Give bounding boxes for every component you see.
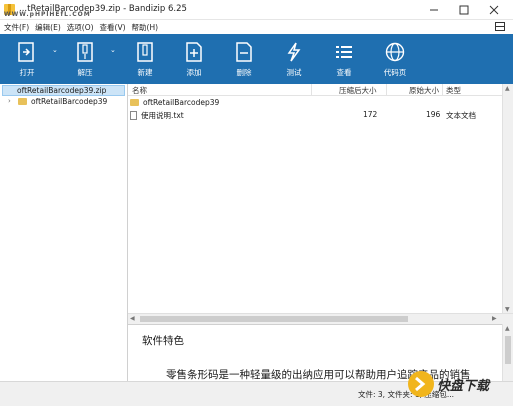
extract-dropdown-icon[interactable]: ⌄ — [110, 46, 116, 54]
logo-icon — [408, 371, 434, 397]
tree-item-label: oftRetailBarcodep39 — [31, 97, 108, 106]
tree-item-folder[interactable]: › oftRetailBarcodep39 — [8, 96, 107, 107]
file-list: 名称 压缩后大小 原始大小 类型 oftRetailBarcodep39 使用说… — [128, 84, 502, 324]
test-button[interactable]: 测试 — [279, 34, 309, 84]
row-name: 使用说明.txt — [130, 110, 184, 121]
maximize-button[interactable] — [450, 0, 478, 20]
close-button[interactable] — [480, 0, 508, 20]
list-header: 名称 压缩后大小 原始大小 类型 — [128, 84, 502, 96]
minimize-icon — [430, 9, 438, 11]
close-icon — [489, 5, 499, 15]
watermark-text: 快盘下载 — [437, 378, 490, 394]
tree-root-label: oftRetailBarcodep39.zip — [17, 86, 107, 95]
delete-button[interactable]: 删除 — [229, 34, 259, 84]
menu-edit[interactable]: 编辑(E) — [35, 22, 61, 33]
scroll-left-icon[interactable]: ◀ — [130, 315, 135, 322]
extract-icon — [72, 40, 98, 64]
open-label: 打开 — [19, 68, 35, 77]
column-divider[interactable] — [311, 84, 312, 96]
layout-toggle-icon[interactable] — [495, 22, 505, 33]
menu-options[interactable]: 选项(O) — [67, 22, 94, 33]
title-bar: ...tRetailBarcodep39.zip - Bandizip 6.25… — [0, 0, 513, 20]
view-label: 查看 — [336, 68, 352, 77]
column-divider[interactable] — [442, 84, 443, 96]
column-type[interactable]: 类型 — [446, 85, 461, 96]
view-icon — [331, 40, 357, 64]
toolbar: 打开 ⌄ 解压 ⌄ 新建 添加 删除 测试 查看 代码页 — [0, 34, 513, 84]
minimize-button[interactable] — [420, 0, 448, 20]
test-icon — [281, 40, 307, 64]
codepage-button[interactable]: 代码页 — [378, 34, 412, 84]
add-icon — [181, 40, 207, 64]
view-button[interactable]: 查看 — [329, 34, 359, 84]
extract-label: 解压 — [77, 68, 93, 77]
scroll-down-icon[interactable]: ▼ — [505, 306, 510, 313]
row-name: oftRetailBarcodep39 — [130, 98, 219, 107]
scroll-thumb[interactable] — [505, 336, 511, 364]
codepage-label: 代码页 — [383, 68, 407, 77]
row-name-text: 使用说明.txt — [141, 111, 184, 120]
description-title: 软件特色 — [142, 335, 184, 347]
new-archive-label: 新建 — [137, 68, 153, 77]
column-original-size[interactable]: 原始大小 — [409, 85, 439, 96]
delete-icon — [231, 40, 257, 64]
horizontal-scrollbar[interactable]: ◀ ▶ — [128, 313, 513, 324]
row-packed-size: 172 — [363, 110, 378, 119]
column-divider[interactable] — [386, 84, 387, 96]
row-type: 文本文档 — [446, 111, 476, 120]
row-name-text: oftRetailBarcodep39 — [143, 98, 220, 107]
row-original-size: 196 — [426, 110, 441, 119]
menu-bar: 文件(F) 编辑(E) 选项(O) 查看(V) 帮助(H) — [0, 20, 513, 34]
maximize-icon — [459, 5, 469, 15]
site-watermark: WWW.pHPlHEfL.COM — [4, 11, 91, 18]
text-file-icon — [130, 111, 137, 120]
new-archive-icon — [132, 40, 158, 64]
site-logo-watermark: 快盘下载 — [408, 364, 510, 404]
scroll-thumb[interactable] — [140, 316, 408, 322]
menu-help[interactable]: 帮助(H) — [132, 22, 159, 33]
add-button[interactable]: 添加 — [179, 34, 209, 84]
folder-tree: oftRetailBarcodep39.zip › oftRetailBarco… — [0, 84, 128, 381]
scroll-right-icon[interactable]: ▶ — [492, 315, 497, 322]
tree-root-archive[interactable]: oftRetailBarcodep39.zip — [2, 85, 125, 96]
folder-icon — [130, 99, 139, 106]
new-archive-button[interactable]: 新建 — [130, 34, 160, 84]
open-dropdown-icon[interactable]: ⌄ — [52, 46, 58, 54]
table-row[interactable]: 使用说明.txt 172 196 文本文档 — [128, 109, 502, 121]
add-label: 添加 — [186, 68, 202, 77]
vertical-scrollbar[interactable]: ▲ ▼ — [502, 84, 513, 324]
test-label: 测试 — [286, 68, 302, 77]
delete-label: 删除 — [236, 68, 252, 77]
extract-button[interactable]: 解压 — [70, 34, 100, 84]
menu-view[interactable]: 查看(V) — [100, 22, 126, 33]
expand-chevron-icon[interactable]: › — [8, 96, 16, 107]
column-name[interactable]: 名称 — [132, 85, 147, 96]
open-button[interactable]: 打开 — [12, 34, 42, 84]
scroll-up-icon[interactable]: ▲ — [505, 325, 510, 332]
codepage-icon — [382, 40, 408, 64]
scroll-up-icon[interactable]: ▲ — [505, 85, 510, 92]
menu-file[interactable]: 文件(F) — [4, 22, 29, 33]
column-packed-size[interactable]: 压缩后大小 — [339, 85, 377, 96]
open-icon — [14, 40, 40, 64]
table-row[interactable]: oftRetailBarcodep39 — [128, 97, 502, 109]
folder-icon — [18, 98, 27, 105]
